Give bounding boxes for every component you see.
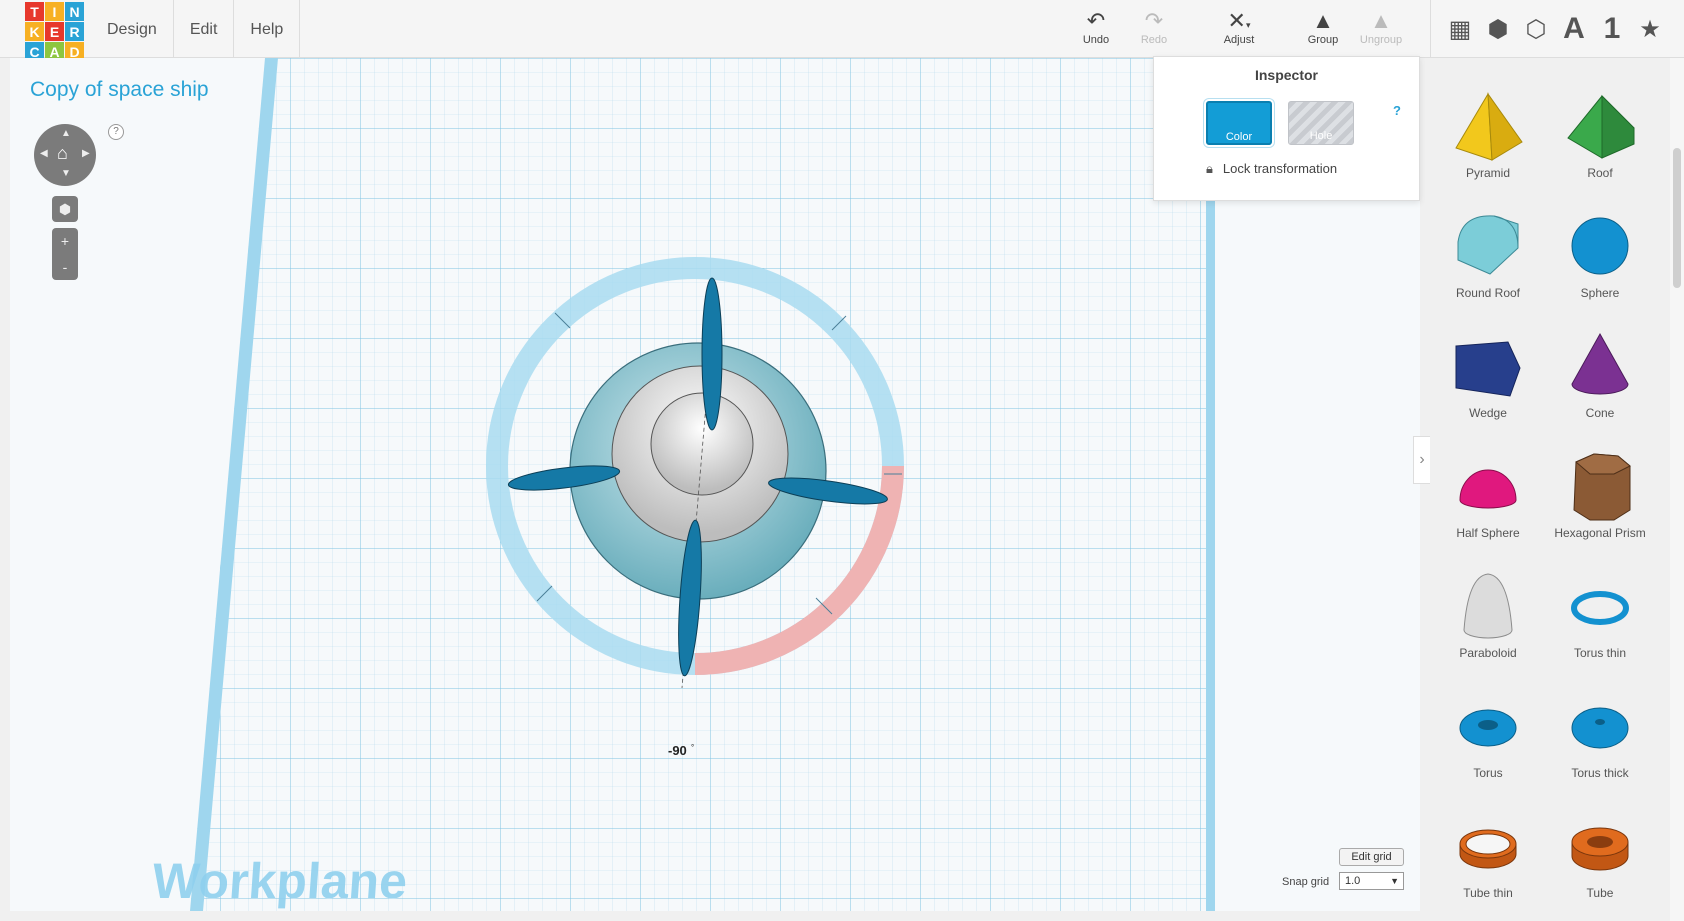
tube-thin-icon — [1459, 829, 1517, 869]
dropdown-arrow-icon: ▼ — [1390, 876, 1399, 886]
main-menu: Design Edit Help — [91, 0, 301, 58]
ungroup-button[interactable]: ▲ Ungroup — [1351, 8, 1411, 52]
view-navigator: ▲ ◀ ▶ ▼ ⌂ ? ⬢ + - — [34, 124, 124, 280]
shape-torus[interactable]: Torus — [1433, 688, 1543, 798]
home-icon[interactable]: ⌂ — [57, 143, 68, 164]
shape-round-roof[interactable]: Round Roof — [1433, 208, 1543, 318]
navigator-help-button[interactable]: ? — [108, 124, 124, 140]
sphere-icon — [1571, 217, 1629, 275]
shape-torus-thick[interactable]: Torus thick — [1545, 688, 1655, 798]
undo-button[interactable]: ↶ Undo — [1066, 8, 1126, 52]
shapes-panel: Pyramid Roof Round Roof Sphere Wedge Con… — [1430, 58, 1670, 921]
shape-sphere[interactable]: Sphere — [1545, 208, 1655, 318]
roof-icon — [1567, 94, 1635, 159]
logo-letter: I — [45, 2, 64, 21]
cone-icon — [1571, 332, 1629, 395]
arrow-up-icon[interactable]: ▲ — [61, 128, 71, 139]
hexagonal-prism-icon — [1573, 453, 1631, 521]
arrow-down-icon[interactable]: ▼ — [61, 168, 71, 179]
cube-icon: ⬢ — [58, 201, 72, 217]
menu-edit[interactable]: Edit — [174, 0, 235, 58]
top-toolbar: T I N K E R C A D Design Edit Help ↶ Und… — [0, 0, 1684, 61]
zoom-control: + - — [52, 228, 78, 280]
redo-icon: ↷ — [1144, 8, 1164, 33]
torus-icon — [1459, 709, 1517, 747]
torus-thin-icon — [1571, 591, 1629, 625]
document-title[interactable]: Copy of space ship — [30, 78, 209, 102]
rotation-unit: ° — [691, 743, 694, 752]
group-button[interactable]: ▲ Group — [1293, 8, 1353, 52]
adjust-button[interactable]: ✕▾ Adjust — [1209, 8, 1269, 52]
view-cube-button[interactable]: ⬢ — [52, 196, 78, 222]
redo-button[interactable]: ↷ Redo — [1124, 8, 1184, 52]
cube-icon[interactable]: ⬢ — [1479, 15, 1517, 44]
shape-wedge[interactable]: Wedge — [1433, 328, 1543, 438]
ship-cockpit-dome[interactable] — [650, 392, 754, 496]
zoom-in-button[interactable]: + — [52, 228, 78, 254]
ship-wing-top[interactable] — [701, 277, 723, 431]
ungroup-icon: ▲ — [1370, 8, 1392, 33]
arrow-right-icon[interactable]: ▶ — [82, 148, 90, 159]
arrow-left-icon[interactable]: ◀ — [40, 148, 48, 159]
half-sphere-icon — [1459, 469, 1517, 509]
adjust-tools-icon: ✕▾ — [1227, 8, 1251, 33]
shapes-scrollbar[interactable] — [1670, 58, 1684, 921]
tube-icon — [1571, 827, 1629, 871]
color-button[interactable]: Color — [1206, 101, 1272, 145]
chevron-right-icon: › — [1419, 451, 1425, 468]
paraboloid-icon — [1463, 573, 1513, 639]
group-icon: ▲ — [1312, 8, 1334, 33]
tinkercad-logo[interactable]: T I N K E R C A D — [25, 2, 85, 62]
torus-thick-icon — [1571, 707, 1629, 749]
text-tool-button[interactable]: A — [1555, 12, 1593, 46]
logo-letter: T — [25, 2, 44, 21]
snap-grid-label: Snap grid — [1282, 876, 1330, 888]
grid-view-icon[interactable]: ▦ — [1441, 15, 1479, 44]
shape-hexagonal-prism[interactable]: Hexagonal Prism — [1545, 448, 1655, 558]
inspector-help-button[interactable]: ? — [1393, 103, 1401, 118]
hole-button[interactable]: Hole — [1288, 101, 1354, 145]
logo-letter: E — [45, 22, 64, 41]
lock-transformation-toggle[interactable]: 🔒︎ Lock transformation — [1206, 161, 1337, 177]
shape-cone[interactable]: Cone — [1545, 328, 1655, 438]
workplane-label: Workplane — [150, 853, 409, 909]
shape-tube[interactable]: Tube — [1545, 808, 1655, 918]
shape-half-sphere[interactable]: Half Sphere — [1433, 448, 1543, 558]
rotation-readout: -90 — [668, 743, 687, 758]
view-tools: ▦ ⬢ ⬡ A 1 ★ — [1430, 0, 1669, 58]
logo-letter: N — [65, 2, 84, 21]
collapse-panel-button[interactable]: › — [1413, 436, 1431, 484]
star-icon[interactable]: ★ — [1631, 15, 1669, 44]
pyramid-icon — [1455, 92, 1523, 161]
scrollbar-thumb[interactable] — [1673, 148, 1681, 288]
undo-icon: ↶ — [1086, 8, 1106, 33]
snap-grid-select[interactable]: 1.0 ▼ — [1339, 872, 1404, 890]
round-roof-icon — [1457, 215, 1519, 275]
logo-letter: R — [65, 22, 84, 41]
menu-design[interactable]: Design — [91, 0, 174, 58]
shape-pyramid[interactable]: Pyramid — [1433, 88, 1543, 198]
logo-letter: K — [25, 22, 44, 41]
inspector-panel: Inspector ? Color Hole 🔒︎ Lock transforma… — [1153, 56, 1420, 201]
shape-tube-thin[interactable]: Tube thin — [1433, 808, 1543, 918]
menu-help[interactable]: Help — [234, 0, 301, 58]
inspector-title: Inspector — [1254, 67, 1318, 83]
wedge-icon — [1455, 341, 1521, 397]
shape-paraboloid[interactable]: Paraboloid — [1433, 568, 1543, 678]
lock-icon: 🔒︎ — [1206, 161, 1213, 176]
zoom-out-button[interactable]: - — [52, 254, 78, 280]
edit-grid-button[interactable]: Edit grid — [1339, 848, 1404, 866]
orbit-control[interactable]: ▲ ◀ ▶ ▼ ⌂ — [34, 124, 96, 186]
number-tool-button[interactable]: 1 — [1593, 12, 1631, 46]
shape-torus-thin[interactable]: Torus thin — [1545, 568, 1655, 678]
shape-roof[interactable]: Roof — [1545, 88, 1655, 198]
cube-wireframe-icon[interactable]: ⬡ — [1517, 15, 1555, 44]
